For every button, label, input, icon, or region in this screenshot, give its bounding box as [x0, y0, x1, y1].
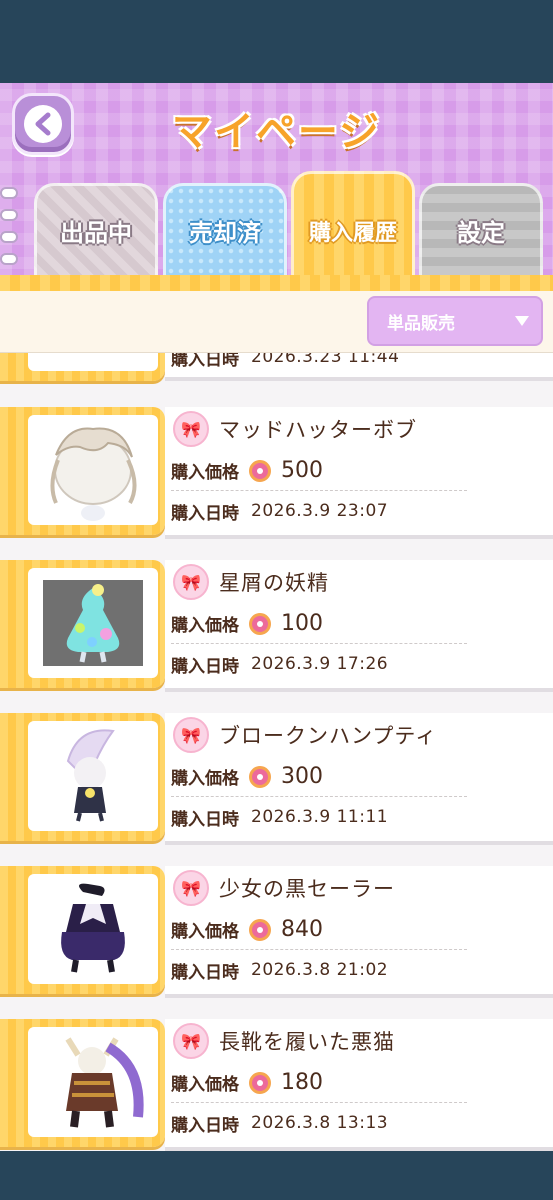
binder-ring-icon	[0, 253, 18, 265]
purchase-date-row: 購入日時 2026.3.9 17:26	[171, 644, 467, 684]
fairy-dress-icon	[43, 580, 143, 666]
purchase-price: 500	[281, 458, 323, 483]
dropdown-value: 単品販売	[387, 313, 455, 334]
purchase-price-row: 購入価格 840	[171, 910, 467, 950]
bow-badge-icon: 🎀	[173, 1023, 209, 1059]
donut-currency-icon	[249, 765, 271, 788]
purchase-price: 180	[281, 1070, 323, 1095]
purchase-price-row: 購入価格 100	[171, 604, 467, 644]
purchase-date: 2026.3.8 21:02	[251, 960, 389, 980]
list-item[interactable]: 🎀 少女の黒セーラー 購入価格 840 購入日時 2026.3.8 21:02	[0, 866, 553, 998]
item-info: 🎀 ブロークンハンプティ 購入価格 300 購入日時 2026.3.9 11:1…	[165, 713, 553, 845]
purchase-date-row: 購入日時 2026.3.23 11:44	[171, 353, 467, 373]
purchase-date-row: 購入日時 2026.3.8 13:13	[171, 1103, 467, 1143]
tab-listing[interactable]: 出品中	[34, 183, 158, 275]
item-name: マッドハッターボブ	[219, 418, 417, 442]
purchase-date-row: 購入日時 2026.3.9 23:07	[171, 491, 467, 531]
date-label: 購入日時	[171, 503, 239, 524]
item-info: 🎀 マッドハッターボブ 購入価格 500 購入日時 2026.3.9 23:07	[165, 407, 553, 539]
item-name: 星屑の妖精	[219, 571, 329, 595]
sale-type-dropdown[interactable]: 単品販売	[367, 296, 543, 346]
tab-purchase-history[interactable]: 購入履歴	[291, 171, 415, 287]
purchase-date: 2026.3.9 17:26	[251, 654, 389, 674]
item-thumbnail	[0, 407, 165, 535]
app-window: マイページ 出品中 売却済 設定 購入履歴 単品販売 購入日時 2026.3.2…	[0, 83, 553, 1151]
donut-currency-icon	[249, 459, 271, 482]
purchase-date: 2026.3.9 23:07	[251, 501, 389, 521]
tab-label: 売却済	[189, 219, 261, 247]
binder-ring-icon	[0, 231, 18, 243]
binder-ring-icon	[0, 187, 18, 199]
sailor-outfit-icon	[61, 883, 125, 973]
purchase-date-row: 購入日時 2026.3.9 11:11	[171, 797, 467, 837]
list-item[interactable]: 🎀 マッドハッターボブ 購入価格 500 購入日時 2026.3.9 23:07	[0, 407, 553, 539]
purchase-price-row: 購入価格 300	[171, 757, 467, 797]
date-label: 購入日時	[171, 353, 239, 370]
price-label: 購入価格	[171, 616, 239, 636]
item-name: 長靴を履いた悪猫	[219, 1030, 395, 1054]
purchase-price-row: 購入価格 500	[171, 451, 467, 491]
price-label: 購入価格	[171, 769, 239, 789]
bow-badge-icon: 🎀	[173, 717, 209, 753]
list-item[interactable]: 🎀 ブロークンハンプティ 購入価格 300 購入日時 2026.3.9 11:1…	[0, 713, 553, 845]
date-label: 購入日時	[171, 809, 239, 830]
list-item[interactable]: 🎀 星屑の妖精 購入価格 100 購入日時 2026.3.9 17:26	[0, 560, 553, 692]
purchase-date: 2026.3.8 13:13	[251, 1113, 389, 1133]
binder-ring-icon	[0, 209, 18, 221]
header: マイページ 出品中 売却済 設定 購入履歴	[0, 83, 553, 293]
bow-badge-icon: 🎀	[173, 411, 209, 447]
purchase-date: 2026.3.9 11:11	[251, 807, 389, 827]
item-info: 🎀 長靴を履いた悪猫 購入価格 180 購入日時 2026.3.8 13:13	[165, 1019, 553, 1151]
donut-currency-icon	[249, 918, 271, 941]
tab-label: 設定	[457, 219, 505, 247]
hair-item-icon	[50, 427, 137, 521]
price-label: 購入価格	[171, 1075, 239, 1095]
egg-costume-icon	[66, 729, 115, 822]
bow-badge-icon: 🎀	[173, 870, 209, 906]
item-thumbnail	[0, 1019, 165, 1147]
date-label: 購入日時	[171, 1115, 239, 1136]
item-info: 🎀 星屑の妖精 購入価格 100 購入日時 2026.3.9 17:26	[165, 560, 553, 692]
item-name: ブロークンハンプティ	[219, 724, 438, 748]
tab-label: 購入履歴	[308, 220, 397, 246]
purchase-price: 300	[281, 764, 323, 789]
item-info: 🎀 少女の黒セーラー 購入価格 840 購入日時 2026.3.8 21:02	[165, 866, 553, 998]
item-thumbnail	[0, 560, 165, 688]
filter-bar: 単品販売	[0, 291, 553, 353]
price-label: 購入価格	[171, 463, 239, 483]
system-nav-bar	[0, 1151, 553, 1200]
chevron-down-icon	[515, 316, 529, 326]
list-item[interactable]: 🎀 長靴を履いた悪猫 購入価格 180 購入日時 2026.3.8 13:13	[0, 1019, 553, 1151]
tab-sold[interactable]: 売却済	[163, 183, 287, 275]
purchase-price: 100	[281, 611, 323, 636]
date-label: 購入日時	[171, 656, 239, 677]
item-thumbnail	[0, 353, 165, 381]
tab-settings[interactable]: 設定	[419, 183, 543, 275]
cat-boots-outfit-icon	[65, 1037, 144, 1128]
tab-underline	[0, 275, 553, 291]
item-name: 少女の黒セーラー	[219, 877, 395, 901]
date-label: 購入日時	[171, 962, 239, 983]
purchase-list[interactable]: 購入日時 2026.3.23 11:44 🎀 マッドハッターボブ 購入価格 50…	[0, 353, 553, 1151]
item-thumbnail	[0, 866, 165, 994]
price-label: 購入価格	[171, 922, 239, 942]
list-item[interactable]: 購入日時 2026.3.23 11:44	[0, 353, 553, 381]
tab-label: 出品中	[60, 219, 132, 247]
purchase-price: 840	[281, 917, 323, 942]
purchase-price-row: 購入価格 180	[171, 1063, 467, 1103]
donut-currency-icon	[249, 612, 271, 635]
bow-badge-icon: 🎀	[173, 564, 209, 600]
item-info: 購入日時 2026.3.23 11:44	[165, 353, 553, 381]
item-thumbnail	[0, 713, 165, 841]
donut-currency-icon	[249, 1071, 271, 1094]
purchase-date-row: 購入日時 2026.3.8 21:02	[171, 950, 467, 990]
purchase-date: 2026.3.23 11:44	[251, 353, 400, 367]
page-title: マイページ	[171, 109, 382, 155]
